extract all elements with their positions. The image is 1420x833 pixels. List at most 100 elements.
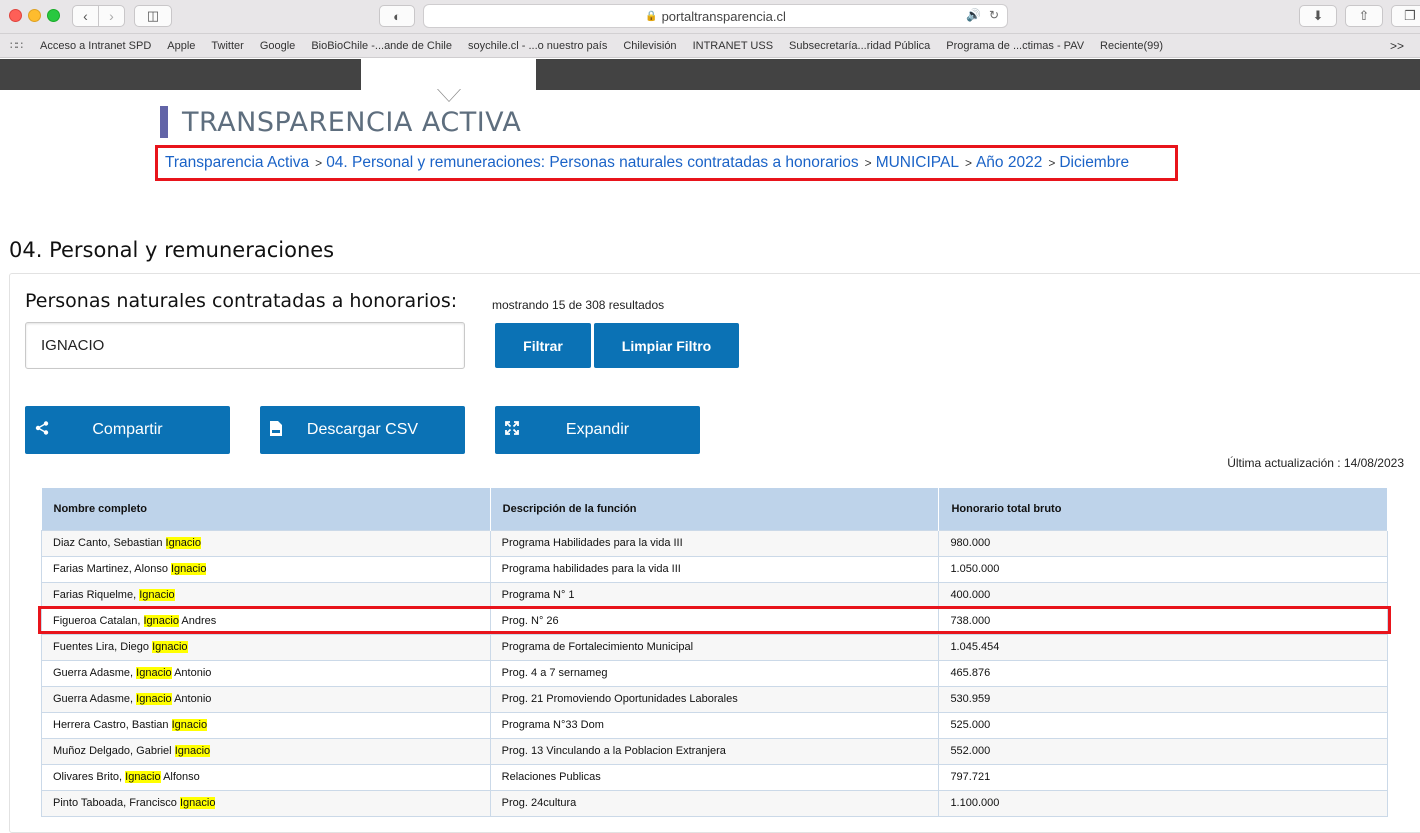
search-match-highlight: Ignacio (165, 537, 201, 549)
privacy-shield-icon[interactable]: ◐ (379, 5, 415, 27)
cell-name: Farias Martinez, Alonso Ignacio (41, 555, 491, 583)
breadcrumb-item[interactable]: Año 2022 (976, 154, 1042, 172)
name-text: Olivares Brito, (53, 771, 126, 783)
cell-name: Farias Riquelme, Ignacio (41, 581, 491, 609)
clear-filter-button[interactable]: Limpiar Filtro (594, 323, 739, 368)
cell-function: Programa N°33 Dom (489, 711, 940, 739)
cell-fee: 552.000 (938, 737, 1388, 765)
name-text: Figueroa Catalan, (53, 615, 144, 627)
cell-name: Figueroa Catalan, Ignacio Andres (41, 607, 491, 635)
name-text: Antonio (171, 667, 212, 679)
site-top-bar (0, 59, 1420, 90)
search-match-highlight: Ignacio (136, 667, 172, 679)
bookmark-item[interactable]: soychile.cl - ...o nuestro país (468, 40, 607, 52)
cell-fee: 1.100.000 (938, 789, 1388, 817)
cell-name: Fuentes Lira, Diego Ignacio (41, 633, 491, 661)
cell-fee: 738.000 (938, 607, 1388, 635)
cell-fee: 1.045.454 (938, 633, 1388, 661)
column-header-function[interactable]: Descripción de la función (490, 488, 940, 530)
search-match-highlight: Ignacio (136, 693, 172, 705)
bookmark-item[interactable]: Subsecretaría...ridad Pública (789, 40, 930, 52)
tabs-overview-icon[interactable]: ❐ (1391, 5, 1420, 27)
site-logo-area[interactable] (361, 59, 536, 90)
card-title: Personas naturales contratadas a honorar… (25, 290, 458, 312)
sidebar-toggle-icon[interactable]: ◫ (134, 5, 172, 27)
reload-icon[interactable]: ↻ (989, 8, 999, 22)
table-row: Figueroa Catalan, Ignacio Andres Prog. N°… (41, 607, 1388, 635)
results-count: mostrando 15 de 308 resultados (492, 298, 665, 312)
cell-name: Pinto Taboada, Francisco Ignacio (41, 789, 491, 817)
search-match-highlight: Ignacio (139, 589, 175, 601)
cell-function: Prog. 21 Promoviendo Oportunidades Labor… (489, 685, 940, 713)
table-row: Pinto Taboada, Francisco Ignacio Prog. 24… (41, 789, 1388, 817)
share-icon[interactable]: ⇧ (1345, 5, 1383, 27)
breadcrumb-separator: > (1048, 156, 1056, 170)
cell-name: Olivares Brito, Ignacio Alfonso (41, 763, 491, 791)
table-row: Guerra Adasme, Ignacio Antonio Prog. 4 a … (41, 659, 1388, 687)
bookmark-item[interactable]: Google (260, 40, 295, 52)
close-window-button[interactable] (9, 9, 22, 22)
bookmark-item[interactable]: Chilevisión (623, 40, 676, 52)
bookmark-item[interactable]: Acceso a Intranet SPD (40, 40, 151, 52)
cell-name: Herrera Castro, Bastian Ignacio (41, 711, 491, 739)
download-csv-button[interactable]: Descargar CSV (260, 406, 465, 454)
bookmarks-bar: ∷∷ Acceso a Intranet SPD Apple Twitter G… (0, 34, 1420, 58)
forward-arrow-icon[interactable]: › (98, 6, 124, 26)
cell-name: Guerra Adasme, Ignacio Antonio (41, 659, 491, 687)
breadcrumb-item[interactable]: 04. Personal y remuneraciones: Personas … (326, 154, 858, 172)
breadcrumb-item[interactable]: Transparencia Activa (165, 154, 309, 172)
name-text: Farias Martinez, Alonso (53, 563, 171, 575)
share-icon (35, 421, 49, 438)
cell-function: Prog. 13 Vinculando a la Poblacion Extra… (489, 737, 940, 765)
column-header-fee[interactable]: Honorario total bruto (938, 488, 1388, 530)
table-row: Olivares Brito, Ignacio Alfonso Relacione… (41, 763, 1388, 791)
cell-function: Prog. 4 a 7 sernameg (489, 659, 940, 687)
breadcrumb-separator: > (964, 156, 972, 170)
name-text: Pinto Taboada, Francisco (53, 797, 180, 809)
search-match-highlight: Ignacio (143, 615, 179, 627)
breadcrumb-item[interactable]: Diciembre (1059, 154, 1129, 172)
page-title: TRANSPARENCIA ACTIVA (182, 106, 522, 138)
address-bar[interactable]: 🔒 portaltransparencia.cl 🔊 ↻ (423, 4, 1008, 28)
speaker-icon[interactable]: 🔊 (966, 8, 981, 22)
search-input[interactable] (25, 322, 465, 369)
lock-icon: 🔒 (645, 10, 658, 22)
minimize-window-button[interactable] (28, 9, 41, 22)
url-text: portaltransparencia.cl (661, 8, 786, 24)
back-arrow-icon[interactable]: ‹ (73, 6, 98, 26)
download-icon[interactable]: ⬇ (1299, 5, 1337, 27)
bookmark-item[interactable]: Programa de ...ctimas - PAV (946, 40, 1084, 52)
search-match-highlight: Ignacio (125, 771, 161, 783)
name-text: Muñoz Delgado, Gabriel (53, 745, 175, 757)
heading-accent-bar (160, 106, 168, 138)
download-csv-label: Descargar CSV (306, 421, 419, 438)
table-row: Farias Martinez, Alonso Ignacio Programa … (41, 555, 1388, 583)
bookmark-item[interactable]: Apple (167, 40, 195, 52)
name-text: Antonio (171, 693, 212, 705)
bookmark-item[interactable]: BioBioChile -...ande de Chile (311, 40, 452, 52)
section-title: 04. Personal y remuneraciones (9, 238, 335, 262)
bookmark-item[interactable]: Reciente(99) (1100, 40, 1163, 52)
name-text: Diaz Canto, Sebastian (53, 537, 166, 549)
history-nav: ‹ › (72, 5, 125, 27)
bookmark-item[interactable]: INTRANET USS (693, 40, 773, 52)
apps-grid-icon[interactable]: ∷∷ (10, 39, 26, 52)
column-header-name[interactable]: Nombre completo (41, 488, 491, 530)
breadcrumb: Transparencia Activa > 04. Personal y re… (155, 145, 1178, 181)
search-match-highlight: Ignacio (171, 563, 207, 575)
cell-name: Diaz Canto, Sebastian Ignacio (41, 529, 491, 557)
filter-button[interactable]: Filtrar (495, 323, 591, 368)
name-text: Alfonso (160, 771, 200, 783)
zoom-window-button[interactable] (47, 9, 60, 22)
csv-file-icon (270, 421, 282, 439)
share-button[interactable]: Compartir (25, 406, 230, 454)
bookmarks-overflow-button[interactable]: >> (1390, 39, 1404, 53)
expand-button[interactable]: Expandir (495, 406, 700, 454)
cell-function: Programa de Fortalecimiento Municipal (489, 633, 940, 661)
name-text: Andres (178, 615, 217, 627)
name-text: Farias Riquelme, (53, 589, 140, 601)
cell-name: Muñoz Delgado, Gabriel Ignacio (41, 737, 491, 765)
breadcrumb-item[interactable]: MUNICIPAL (876, 154, 959, 172)
bookmark-item[interactable]: Twitter (211, 40, 243, 52)
share-button-label: Compartir (92, 421, 163, 438)
